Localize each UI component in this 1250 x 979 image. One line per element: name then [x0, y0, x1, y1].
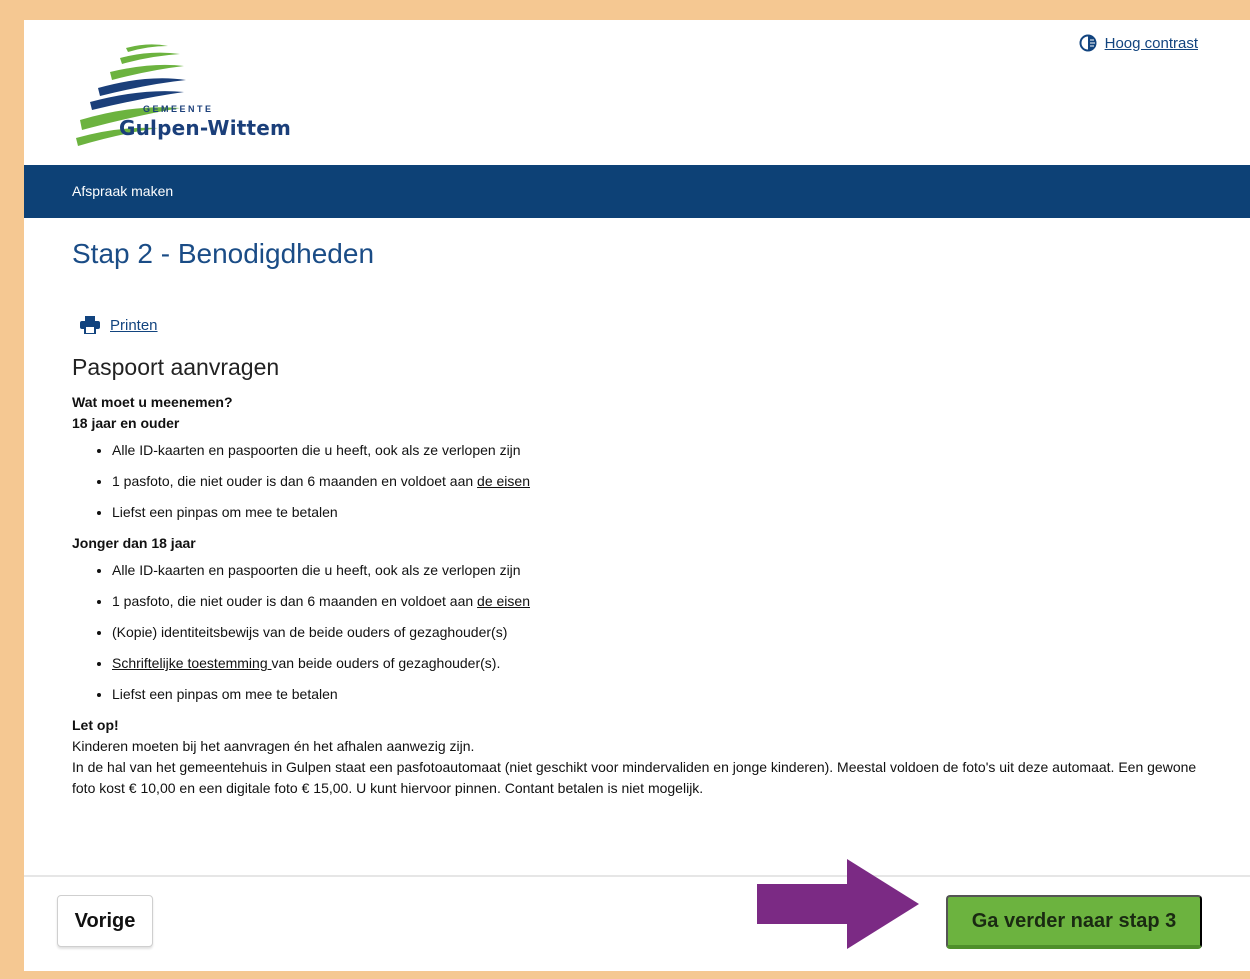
list-item: Alle ID-kaarten en paspoorten die u heef… — [112, 440, 1202, 461]
list-item: (Kopie) identiteitsbewijs van de beide o… — [112, 622, 1202, 643]
list-item: 1 pasfoto, die niet ouder is dan 6 maand… — [112, 591, 1202, 612]
photo-requirements-link[interactable]: de eisen — [477, 593, 530, 609]
print-label[interactable]: Printen — [110, 317, 158, 334]
previous-button[interactable]: Vorige — [57, 895, 153, 947]
list-item: 1 pasfoto, die niet ouder is dan 6 maand… — [112, 471, 1202, 492]
note-heading: Let op! — [72, 717, 119, 733]
photo-requirements-link[interactable]: de eisen — [477, 473, 530, 489]
page-panel: Hoog contrast GEMEENTE Gulpen-Wittem Afs… — [24, 20, 1250, 971]
logo-name: Gulpen-Wittem — [119, 116, 292, 140]
group-heading-adult: 18 jaar en ouder — [72, 415, 180, 431]
list-item: Schriftelijke toestemming van beide oude… — [112, 653, 1202, 674]
section-title: Paspoort aanvragen — [72, 354, 280, 380]
footer-bar: Vorige Ga verder naar stap 3 — [24, 877, 1250, 971]
arrow-icon — [757, 859, 919, 949]
note-line-2: In de hal van het gemeentehuis in Gulpen… — [72, 759, 1197, 796]
high-contrast-link[interactable]: Hoog contrast — [1079, 34, 1198, 52]
list-adult: Alle ID-kaarten en paspoorten die u heef… — [72, 440, 1202, 523]
list-item: Liefst een pinpas om mee te betalen — [112, 684, 1202, 705]
list-minor: Alle ID-kaarten en paspoorten die u heef… — [72, 560, 1202, 705]
note-line-1: Kinderen moeten bij het aanvragen én het… — [72, 738, 475, 754]
print-link[interactable]: Printen — [80, 316, 158, 334]
written-consent-link[interactable]: Schriftelijke toestemming — [112, 655, 272, 671]
printer-icon — [80, 316, 100, 334]
question-heading: Wat moet u meenemen? — [72, 394, 233, 410]
requirements-content: Wat moet u meenemen? 18 jaar en ouder Al… — [72, 392, 1202, 799]
logo-subtitle: GEMEENTE — [143, 104, 214, 114]
contrast-icon — [1079, 34, 1097, 52]
group-heading-minor: Jonger dan 18 jaar — [72, 535, 196, 551]
nav-item-afspraak-maken[interactable]: Afspraak maken — [72, 183, 173, 199]
nav-bar: Afspraak maken — [24, 165, 1250, 218]
next-step-button[interactable]: Ga verder naar stap 3 — [946, 895, 1202, 949]
list-item: Liefst een pinpas om mee te betalen — [112, 502, 1202, 523]
list-item: Alle ID-kaarten en paspoorten die u heef… — [112, 560, 1202, 581]
high-contrast-label[interactable]: Hoog contrast — [1105, 35, 1198, 52]
page-title: Stap 2 - Benodigdheden — [72, 238, 375, 269]
